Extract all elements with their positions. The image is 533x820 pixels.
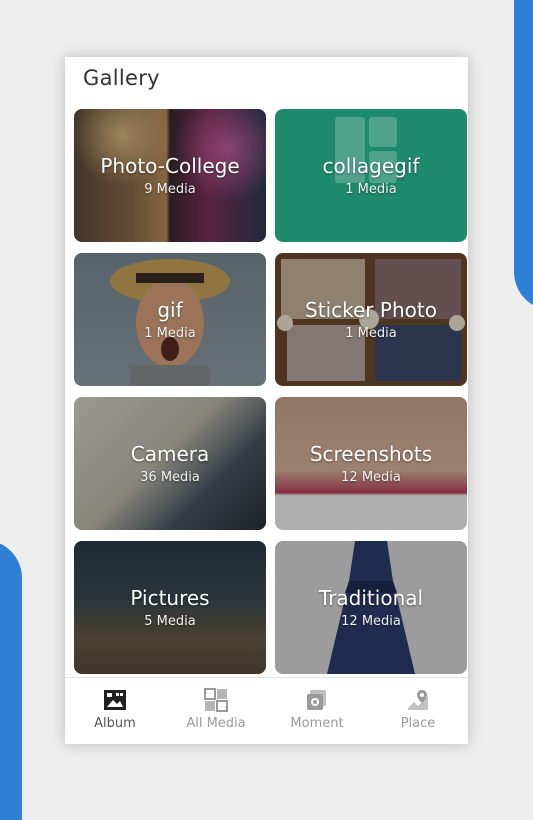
album-tile-gif[interactable]: gif 1 Media <box>74 253 266 386</box>
bottom-nav: Album All Media Moment Place <box>65 677 468 744</box>
page-title: Gallery <box>83 66 160 90</box>
album-tile-sticker-photo[interactable]: Sticker Photo 1 Media <box>275 253 467 386</box>
nav-place[interactable]: Place <box>368 678 468 744</box>
nav-album[interactable]: Album <box>65 678 165 744</box>
nav-label: Moment <box>290 716 344 731</box>
album-count: 1 Media <box>144 326 196 341</box>
album-count: 1 Media <box>345 182 397 197</box>
album-tile-pictures[interactable]: Pictures 5 Media <box>74 541 266 674</box>
phone-screen: Photo-College 9 Media collagegif 1 Media <box>65 57 468 744</box>
album-grid: Photo-College 9 Media collagegif 1 Media <box>65 57 468 677</box>
album-count: 9 Media <box>144 182 196 197</box>
album-count: 12 Media <box>341 470 401 485</box>
album-name: Camera <box>130 442 210 466</box>
nav-label: All Media <box>186 716 246 731</box>
album-name: Photo-College <box>100 154 240 178</box>
place-icon <box>408 690 428 710</box>
album-icon <box>104 690 126 710</box>
album-name: Sticker Photo <box>305 298 437 322</box>
album-count: 5 Media <box>144 614 196 629</box>
album-tile-collagegif[interactable]: collagegif 1 Media <box>275 109 467 242</box>
album-name: gif <box>157 298 183 322</box>
album-name: Screenshots <box>309 442 433 466</box>
nav-all-media[interactable]: All Media <box>166 678 266 744</box>
album-count: 36 Media <box>140 470 200 485</box>
album-name: Pictures <box>130 586 210 610</box>
app-header: Gallery <box>65 57 468 103</box>
album-tile-camera[interactable]: Camera 36 Media <box>74 397 266 530</box>
album-count: 12 Media <box>341 614 401 629</box>
decorative-blue-shape-right <box>514 0 533 310</box>
decorative-blue-shape-left <box>0 540 22 820</box>
moment-icon <box>307 690 326 710</box>
nav-label: Place <box>400 716 436 731</box>
album-count: 1 Media <box>345 326 397 341</box>
album-name: Traditional <box>318 586 424 610</box>
album-tile-photo-college[interactable]: Photo-College 9 Media <box>74 109 266 242</box>
nav-label: Album <box>94 716 136 731</box>
album-tile-screenshots[interactable]: Screenshots 12 Media <box>275 397 467 530</box>
all-media-icon <box>204 688 228 712</box>
nav-moment[interactable]: Moment <box>267 678 367 744</box>
album-name: collagegif <box>322 154 420 178</box>
album-tile-traditional[interactable]: Traditional 12 Media <box>275 541 467 674</box>
